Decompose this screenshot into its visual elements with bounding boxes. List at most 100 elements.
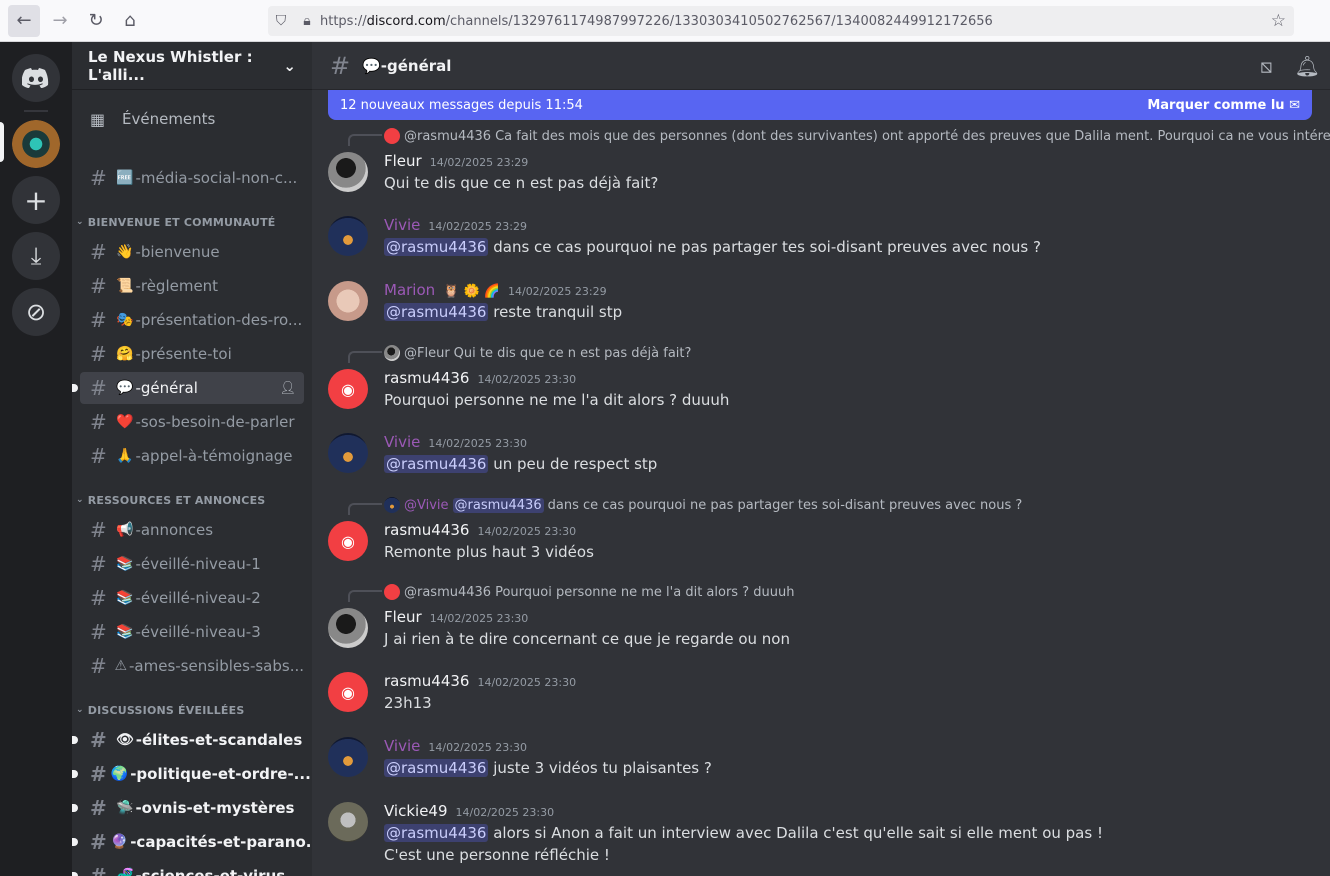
notification-bell-icon[interactable]: 🔔︎ bbox=[1295, 54, 1320, 78]
message-item[interactable]: Vickie49 14/02/2025 23:30 @rasmu4436 alor… bbox=[328, 802, 1308, 872]
url-domain: discord.com bbox=[366, 13, 446, 29]
channel-sciences-et-virus[interactable]: # 🧬 -sciences-et-virus bbox=[72, 860, 304, 876]
address-bar[interactable]: ⛉ 🔒︎ https://discord.com/channels/132976… bbox=[268, 6, 1294, 36]
author-name[interactable]: Fleur bbox=[384, 152, 422, 170]
channel-annonces[interactable]: # 📢 -annonces bbox=[80, 514, 304, 546]
author-name[interactable]: Marion bbox=[384, 281, 435, 299]
channel-appel-a-temoignage[interactable]: # 🙏 -appel-à-témoignage bbox=[80, 440, 304, 472]
download-apps-icon[interactable]: ⤓ bbox=[12, 232, 60, 280]
bookmark-star-icon[interactable]: ☆ bbox=[1271, 11, 1286, 31]
author-name[interactable]: Vivie bbox=[384, 737, 420, 755]
events-link[interactable]: ▦ Événements bbox=[80, 102, 304, 136]
forward-arrow-icon[interactable]: → bbox=[44, 5, 76, 37]
message-item[interactable]: Vivie 14/02/2025 23:29 @rasmu4436 dans ce… bbox=[328, 216, 1308, 262]
avatar[interactable]: ◉ bbox=[328, 672, 368, 712]
author-name[interactable]: Vivie bbox=[384, 216, 420, 234]
add-server-icon[interactable]: + bbox=[12, 176, 60, 224]
channel-bienvenue[interactable]: # 👋 -bienvenue bbox=[80, 236, 304, 268]
category-bienvenue[interactable]: ⌄ BIENVENUE ET COMMUNAUTÉ bbox=[76, 212, 300, 232]
user-mention[interactable]: @rasmu4436 bbox=[384, 759, 489, 777]
channel-elites-et-scandales[interactable]: # 👁 -élites-et-scandales bbox=[72, 724, 304, 756]
category-discussions[interactable]: ⌄ DISCUSSIONS ÉVEILLÉES bbox=[76, 700, 300, 720]
channel-politique-et-ordre[interactable]: # 🌍 -politique-et-ordre-... bbox=[72, 758, 311, 790]
author-name[interactable]: Vivie bbox=[384, 433, 420, 451]
author-name[interactable]: rasmu4436 bbox=[384, 521, 469, 539]
hash-icon: # bbox=[90, 864, 107, 876]
hash-icon: # bbox=[90, 308, 107, 332]
avatar[interactable] bbox=[328, 216, 368, 256]
home-icon[interactable]: ⌂ bbox=[114, 5, 146, 37]
chevron-down-icon: ⌄ bbox=[76, 705, 84, 715]
message-item[interactable]: ◉ rasmu4436 14/02/2025 23:30 23h13 bbox=[328, 672, 1308, 718]
avatar[interactable]: ◉ bbox=[328, 521, 368, 561]
avatar[interactable]: ◉ bbox=[328, 369, 368, 409]
mark-read-icon: ✉︎ bbox=[1289, 97, 1300, 113]
reload-icon[interactable]: ↻ bbox=[80, 5, 112, 37]
channel-capacites-et-paranormal[interactable]: # 🔮 -capacités-et-parano... bbox=[72, 826, 312, 858]
channel-name: -politique-et-ordre-... bbox=[130, 765, 311, 783]
shield-icon[interactable]: ⛉ bbox=[268, 13, 294, 29]
discord-home-icon[interactable] bbox=[12, 54, 60, 102]
avatar[interactable] bbox=[328, 433, 368, 473]
server-icon-nexus[interactable] bbox=[12, 120, 60, 168]
chat-area: # 💬 -général ⧅ 🔔︎ 12 nouveaux messages d… bbox=[312, 42, 1330, 876]
category-ressources[interactable]: ⌄ RESSOURCES ET ANNONCES bbox=[76, 490, 300, 510]
author-name[interactable]: Vickie49 bbox=[384, 802, 448, 820]
invite-member-icon[interactable]: 👤︎ bbox=[279, 381, 296, 396]
channel-reglement[interactable]: # 📜 -règlement bbox=[80, 270, 304, 302]
channel-eveille-niveau-2[interactable]: # 📚 -éveillé-niveau-2 bbox=[80, 582, 304, 614]
reply-preview[interactable]: @rasmu4436 Ca fait des mois que des pers… bbox=[384, 128, 1330, 144]
author-name[interactable]: Fleur bbox=[384, 608, 422, 626]
new-messages-banner[interactable]: 12 nouveaux messages depuis 11:54 Marque… bbox=[328, 90, 1312, 120]
user-mention[interactable]: @rasmu4436 bbox=[384, 455, 489, 473]
user-mention[interactable]: @rasmu4436 bbox=[384, 824, 489, 842]
lock-icon[interactable]: 🔒︎ bbox=[294, 13, 320, 29]
channel-name: -annonces bbox=[135, 521, 214, 539]
reply-avatar bbox=[384, 345, 400, 361]
avatar[interactable] bbox=[328, 281, 368, 321]
channel-name: -sciences-et-virus bbox=[135, 867, 286, 876]
reply-author: @rasmu4436 bbox=[404, 128, 492, 144]
user-mention[interactable]: @rasmu4436 bbox=[384, 303, 489, 321]
author-name[interactable]: rasmu4436 bbox=[384, 369, 469, 387]
avatar[interactable] bbox=[328, 737, 368, 777]
message-item[interactable]: Vivie 14/02/2025 23:30 @rasmu4436 juste 3… bbox=[328, 737, 1308, 783]
channel-presente-toi[interactable]: # 🤗 -présente-toi bbox=[80, 338, 304, 370]
reply-spine bbox=[348, 134, 382, 146]
channel-ovnis-et-mysteres[interactable]: # 🛸 -ovnis-et-mystères bbox=[72, 792, 304, 824]
threads-icon[interactable]: ⧅ bbox=[1260, 54, 1273, 78]
user-mention[interactable]: @rasmu4436 bbox=[384, 238, 489, 256]
message-item[interactable]: Vivie 14/02/2025 23:30 @rasmu4436 un peu … bbox=[328, 433, 1308, 479]
channel-eveille-niveau-1[interactable]: # 📚 -éveillé-niveau-1 bbox=[80, 548, 304, 580]
message-item[interactable]: @rasmu4436 Pourquoi personne ne me l'a d… bbox=[328, 584, 1308, 648]
back-arrow-icon[interactable]: ← bbox=[8, 4, 40, 37]
reply-avatar bbox=[384, 584, 400, 600]
mark-as-read-button[interactable]: Marquer comme lu ✉︎ bbox=[1147, 98, 1300, 113]
message-item[interactable]: @Fleur Qui te dis que ce n est pas déjà … bbox=[328, 345, 1308, 409]
avatar[interactable] bbox=[328, 802, 368, 842]
channel-sidebar: Le Nexus Whistler : L'alli... ⌄ ▦ Événem… bbox=[72, 42, 312, 876]
channel-presentation-des-roles[interactable]: # 🎭 -présentation-des-ro... bbox=[80, 304, 304, 336]
avatar[interactable] bbox=[328, 608, 368, 648]
message-item[interactable]: @rasmu4436 Ca fait des mois que des pers… bbox=[328, 128, 1330, 192]
author-name[interactable]: rasmu4436 bbox=[384, 672, 469, 690]
message-item[interactable]: Marion 🦉 🌼 🌈 14/02/2025 23:29 @rasmu4436 r… bbox=[328, 281, 1308, 327]
channel-eveille-niveau-3[interactable]: # 📚 -éveillé-niveau-3 bbox=[80, 616, 304, 648]
channel-ames-sensibles[interactable]: # ⚠ -ames-sensibles-sabs... bbox=[80, 650, 304, 682]
reply-preview[interactable]: @Fleur Qui te dis que ce n est pas déjà … bbox=[384, 345, 691, 361]
reply-preview[interactable]: @rasmu4436 Pourquoi personne ne me l'a d… bbox=[384, 584, 794, 600]
unread-indicator bbox=[72, 838, 78, 846]
channel-name: -règlement bbox=[135, 277, 219, 295]
avatar[interactable] bbox=[328, 152, 368, 192]
channel-media-social[interactable]: # 🆓 -média-social-non-c... bbox=[80, 162, 304, 194]
explore-servers-icon[interactable]: ⊘ bbox=[12, 288, 60, 336]
channel-name: -média-social-non-c... bbox=[135, 169, 298, 187]
new-messages-text: 12 nouveaux messages depuis 11:54 bbox=[340, 97, 583, 113]
channel-sos-besoin-de-parler[interactable]: # ❤️ -sos-besoin-de-parler bbox=[80, 406, 304, 438]
channel-name: -éveillé-niveau-2 bbox=[135, 589, 261, 607]
reply-preview[interactable]: @Vivie @rasmu4436 dans ce cas pourquoi n… bbox=[384, 497, 1022, 513]
message-item[interactable]: @Vivie @rasmu4436 dans ce cas pourquoi n… bbox=[328, 497, 1308, 561]
channel-general[interactable]: # 💬 -général 👤︎ bbox=[72, 372, 304, 404]
server-name-header[interactable]: Le Nexus Whistler : L'alli... ⌄ bbox=[72, 42, 312, 90]
channel-emoji: 🔮 bbox=[110, 834, 129, 850]
